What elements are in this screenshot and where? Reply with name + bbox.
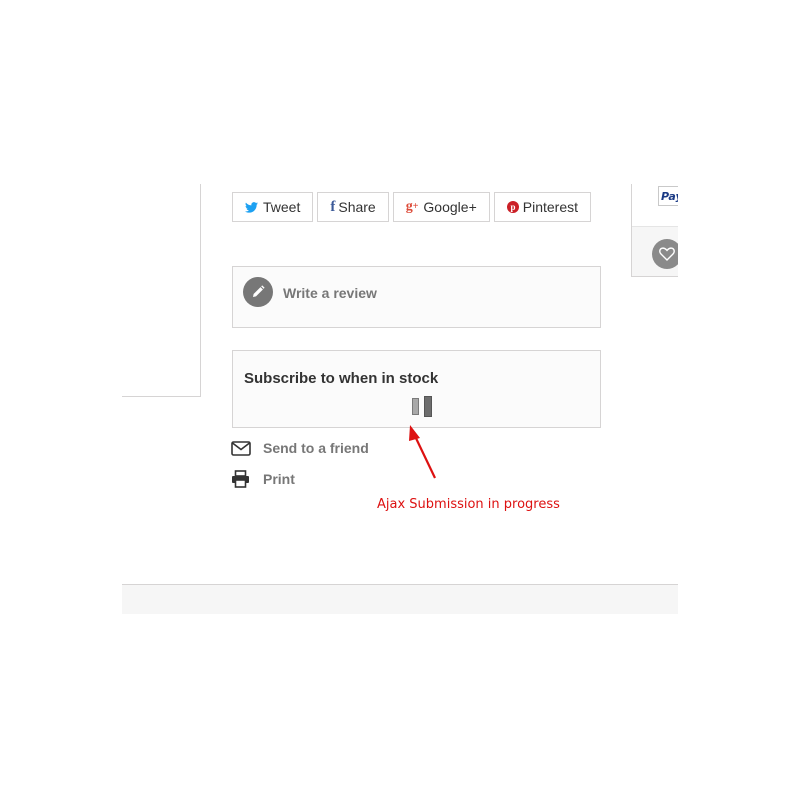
annotation-arrow — [409, 425, 436, 479]
share-label: Share — [338, 199, 376, 215]
printer-icon — [231, 470, 253, 488]
add-to-wishlist-button[interactable] — [652, 239, 678, 269]
google-plus-button[interactable]: g + Google+ — [392, 192, 490, 222]
tweet-label: Tweet — [263, 199, 301, 215]
loading-spinner-icon — [412, 396, 434, 418]
envelope-icon — [231, 440, 253, 456]
heart-icon — [659, 247, 675, 261]
print-link[interactable]: Print — [231, 470, 295, 488]
send-to-friend-label: Send to a friend — [263, 440, 369, 456]
pencil-icon — [243, 277, 273, 307]
left-column-panel — [122, 184, 201, 397]
stock-alert-box: Subscribe to when in stock — [232, 350, 601, 428]
tweet-button[interactable]: Tweet — [232, 192, 314, 222]
print-label: Print — [263, 471, 295, 487]
loader-bar-right — [424, 396, 432, 417]
pinterest-icon: p — [506, 201, 519, 213]
product-page: Pay Tweet f Share g+ Google+ — [0, 0, 800, 800]
twitter-icon — [245, 201, 258, 213]
paypal-badge: Pay — [658, 186, 678, 206]
facebook-share-button[interactable]: f Share — [317, 192, 389, 222]
right-column-panel: Pay — [631, 184, 678, 277]
facebook-icon: f — [330, 198, 336, 215]
footer-band — [122, 584, 678, 614]
subscribe-title: Subscribe to when in stock — [244, 370, 439, 387]
annotation-label: Ajax Submission in progress — [377, 497, 560, 512]
write-review-link[interactable]: Write a review — [283, 285, 377, 301]
svg-text:p: p — [510, 202, 515, 212]
pinterest-button[interactable]: p Pinterest — [493, 192, 591, 222]
write-review-box[interactable]: Write a review — [232, 266, 601, 328]
send-to-friend-link[interactable]: Send to a friend — [231, 440, 369, 456]
pinterest-label: Pinterest — [522, 199, 578, 215]
google-plus-icon: g + — [405, 199, 419, 214]
google-plus-label: Google+ — [423, 199, 477, 215]
loader-bar-left — [412, 398, 419, 415]
social-share-buttons: Tweet f Share g + Google+ p Pinterest — [232, 192, 591, 222]
